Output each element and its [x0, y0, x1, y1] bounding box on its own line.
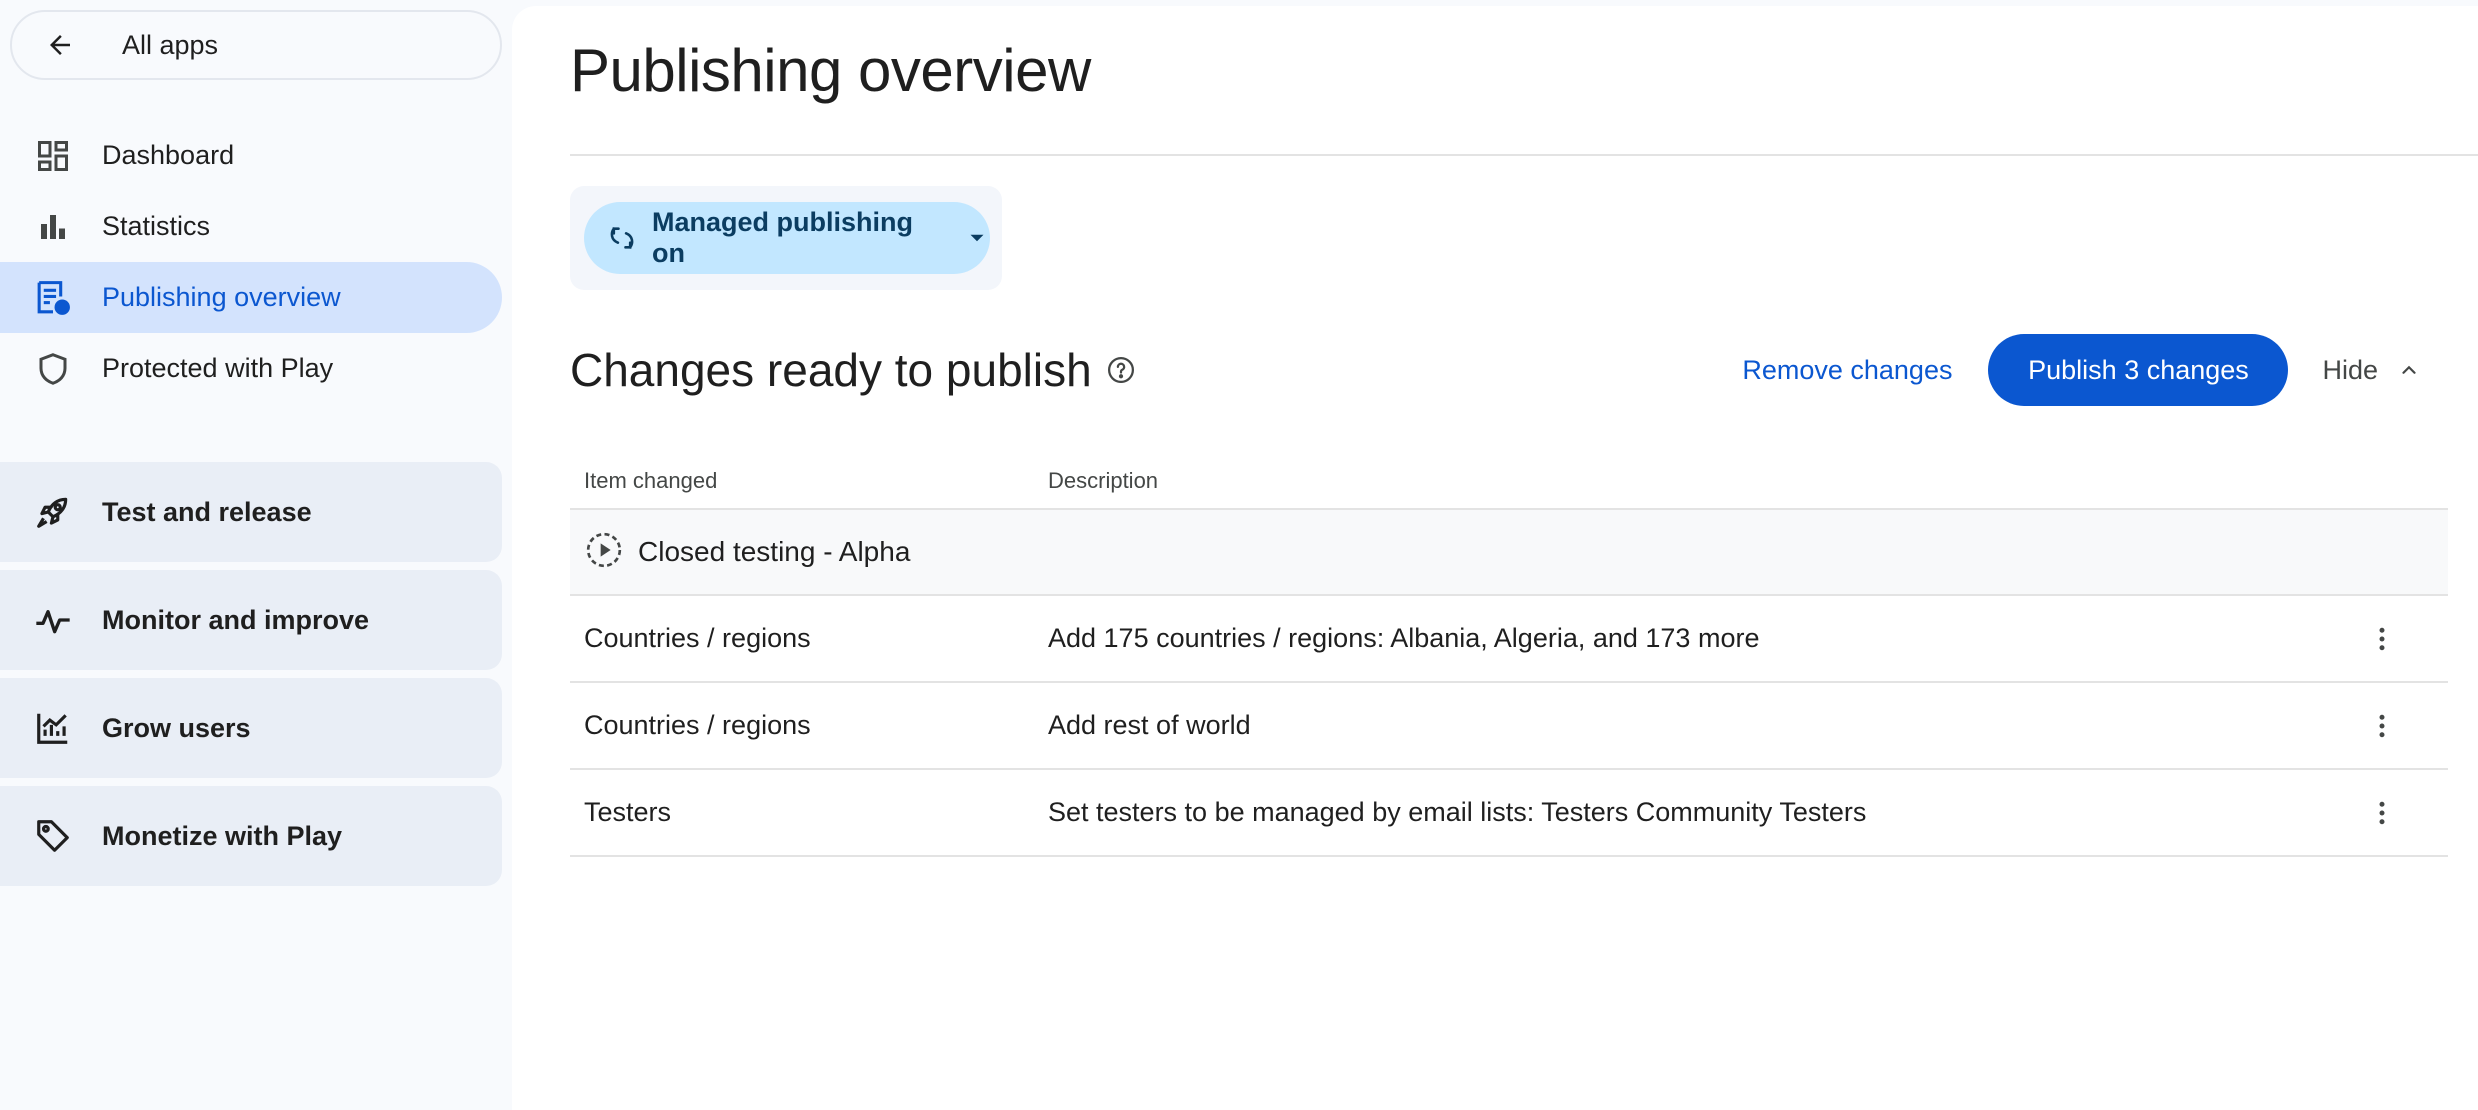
table-row: Testers Set testers to be managed by ema… — [570, 770, 2448, 857]
hide-label: Hide — [2322, 354, 2378, 385]
main-content: Publishing overview Managed publishing o… — [512, 6, 2478, 1110]
table-row: Countries / regions Add 175 countries / … — [570, 596, 2448, 683]
table-row: Countries / regions Add rest of world — [570, 683, 2448, 770]
changes-actions: Remove changes Publish 3 changes Hide — [1742, 330, 2420, 410]
sidebar-section-grow-users[interactable]: Grow users — [0, 678, 502, 778]
group-label: Closed testing - Alpha — [638, 536, 911, 567]
title-divider — [570, 154, 2478, 156]
description-cell: Add 175 countries / regions: Albania, Al… — [1048, 623, 1760, 653]
chevron-up-icon — [2398, 359, 2420, 381]
sidebar-item-label: Statistics — [102, 211, 211, 241]
sidebar-item-protected-with-play[interactable]: Protected with Play — [0, 333, 502, 404]
page-title: Publishing overview — [570, 37, 1091, 104]
pulse-icon — [28, 600, 78, 640]
sidebar-section-label: Monetize with Play — [102, 820, 343, 851]
sidebar-item-dashboard[interactable]: Dashboard — [0, 120, 502, 191]
column-header-item-changed: Item changed — [584, 468, 718, 493]
arrow-back-icon — [30, 30, 90, 60]
item-changed-cell: Testers — [584, 797, 672, 827]
item-changed-cell: Countries / regions — [584, 710, 811, 740]
sidebar-section-monetize-with-play[interactable]: Monetize with Play — [0, 786, 502, 886]
all-apps-label: All apps — [122, 29, 219, 60]
sidebar-item-label: Protected with Play — [102, 353, 334, 383]
help-icon[interactable] — [1106, 355, 1136, 385]
all-apps-button[interactable]: All apps — [10, 10, 502, 80]
managed-publishing-label: Managed publishing on — [652, 207, 913, 268]
rocket-icon — [28, 493, 78, 531]
sidebar-sections: Test and release Monitor and improve Gro… — [0, 462, 512, 886]
managed-publishing-toggle[interactable]: Managed publishing on — [584, 202, 990, 274]
table-group-row: Closed testing - Alpha — [570, 510, 2448, 596]
sidebar-item-label: Publishing overview — [102, 282, 341, 312]
table-header: Item changed Description — [570, 454, 2448, 510]
sidebar-item-publishing-overview[interactable]: Publishing overview — [0, 262, 502, 333]
shield-icon — [28, 351, 78, 387]
managed-publishing-panel: Managed publishing on — [570, 186, 1002, 290]
sidebar-section-label: Grow users — [102, 712, 251, 743]
changes-table: Item changed Description Closed testing … — [570, 454, 2448, 857]
growth-chart-icon — [28, 709, 78, 747]
sidebar: All apps Dashboard Statistics Publishing… — [0, 0, 512, 1110]
changes-header: Changes ready to publish Remove changes … — [570, 330, 2420, 410]
sidebar-section-test-and-release[interactable]: Test and release — [0, 462, 502, 562]
closed-testing-icon — [584, 530, 624, 575]
description-cell: Set testers to be managed by email lists… — [1048, 797, 1867, 827]
sidebar-section-monitor-and-improve[interactable]: Monitor and improve — [0, 570, 502, 670]
sidebar-nav: Dashboard Statistics Publishing overview… — [0, 120, 512, 404]
dashboard-icon — [28, 138, 78, 174]
changes-title: Changes ready to publish — [570, 344, 1092, 396]
sidebar-item-label: Dashboard — [102, 140, 235, 170]
sync-icon — [608, 224, 636, 252]
item-changed-cell: Countries / regions — [584, 623, 811, 653]
more-vert-icon[interactable] — [2352, 711, 2412, 741]
more-vert-icon[interactable] — [2352, 798, 2412, 828]
more-vert-icon[interactable] — [2352, 624, 2412, 654]
sidebar-item-statistics[interactable]: Statistics — [0, 191, 502, 262]
hide-button[interactable]: Hide — [2322, 355, 2420, 386]
chevron-down-icon — [964, 225, 990, 251]
remove-changes-button[interactable]: Remove changes — [1742, 355, 1952, 386]
publish-changes-button[interactable]: Publish 3 changes — [1988, 334, 2289, 406]
app-root: All apps Dashboard Statistics Publishing… — [0, 0, 2478, 1110]
description-cell: Add rest of world — [1048, 710, 1251, 740]
bar-chart-icon — [28, 209, 78, 245]
publishing-overview-icon — [28, 278, 78, 318]
column-header-description: Description — [1048, 468, 1159, 493]
sidebar-section-label: Monitor and improve — [102, 604, 370, 635]
sidebar-section-label: Test and release — [102, 496, 312, 527]
tag-icon — [28, 817, 78, 855]
